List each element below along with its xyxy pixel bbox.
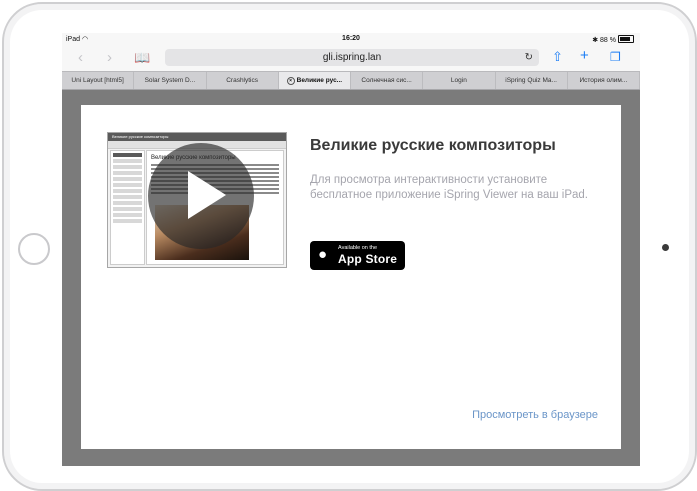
- battery-icon: [618, 35, 634, 43]
- page-content: Великие русские композиторы Великие русс…: [81, 105, 621, 449]
- app-store-button[interactable]: ● Available on the App Store: [310, 241, 405, 270]
- description-text: Для просмотра интерактивности установите…: [310, 174, 588, 201]
- browser-toolbar: ‹ › 📖 gli.ispring.lan ↻ ⇧ + ❐: [62, 46, 640, 71]
- new-tab-icon[interactable]: +: [580, 47, 589, 64]
- url-text: gli.ispring.lan: [322, 52, 382, 63]
- play-icon: [188, 171, 226, 219]
- share-icon[interactable]: ⇧: [552, 49, 563, 65]
- tab-velikie[interactable]: × Великие рус...: [278, 72, 351, 89]
- tab-crashlytics[interactable]: Crashlytics: [207, 72, 279, 89]
- url-bar[interactable]: gli.ispring.lan ↻: [165, 49, 539, 66]
- ipad-frame: iPad ◠ 16:20 ✱ 88 % ‹ › 📖 gli.ispring.la…: [2, 2, 697, 491]
- status-bar: iPad ◠ 16:20 ✱ 88 %: [62, 33, 640, 46]
- camera-icon: [662, 244, 669, 251]
- tabs-overview-icon[interactable]: ❐: [610, 50, 621, 64]
- bookmarks-icon[interactable]: 📖: [134, 50, 150, 66]
- forward-icon[interactable]: ›: [107, 49, 112, 66]
- reload-icon[interactable]: ↻: [525, 49, 533, 66]
- tab-bar: Uni Layout [html5] Solar System D... Cra…: [62, 71, 640, 90]
- thumb-sidebar: [110, 150, 145, 265]
- close-tab-icon[interactable]: ×: [286, 77, 295, 85]
- view-in-browser-link[interactable]: Просмотреть в браузере: [472, 409, 598, 421]
- tab-login[interactable]: Login: [423, 72, 496, 89]
- battery-status: ✱ 88 %: [592, 35, 634, 44]
- tab-ispring-quiz[interactable]: iSpring Quiz Ma...: [496, 72, 568, 89]
- clock: 16:20: [342, 35, 360, 42]
- page-title: Великие русские композиторы: [310, 137, 556, 154]
- presentation-thumbnail[interactable]: Великие русские композиторы Великие русс…: [107, 132, 287, 268]
- app-store-small-label: Available on the: [338, 245, 378, 251]
- thumb-window-title: Великие русские композиторы: [108, 133, 286, 141]
- screen: iPad ◠ 16:20 ✱ 88 % ‹ › 📖 gli.ispring.la…: [62, 33, 640, 466]
- tab-istoriya[interactable]: История олим...: [568, 72, 640, 89]
- home-button[interactable]: [18, 233, 50, 265]
- tab-solar-system[interactable]: Solar System D...: [134, 72, 207, 89]
- back-icon[interactable]: ‹: [78, 49, 83, 66]
- tab-uni-layout[interactable]: Uni Layout [html5]: [62, 72, 135, 89]
- bluetooth-icon: ✱: [592, 37, 599, 44]
- play-button[interactable]: [148, 143, 254, 249]
- tab-solnechnaya[interactable]: Солнечная сис...: [351, 72, 424, 89]
- app-store-label: App Store: [338, 252, 398, 266]
- apple-icon: ●: [318, 246, 328, 263]
